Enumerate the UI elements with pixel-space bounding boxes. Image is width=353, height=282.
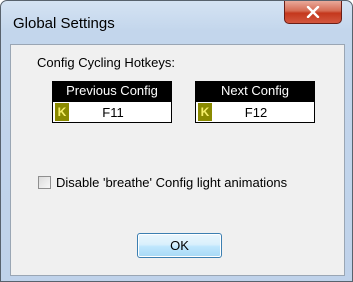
next-config-label: Next Config <box>221 83 289 98</box>
previous-config-hotkey: Previous Config K F11 <box>52 81 172 123</box>
breathe-checkbox-label[interactable]: Disable 'breathe' Config light animation… <box>56 175 287 190</box>
dialog-content: Config Cycling Hotkeys: Previous Config … <box>10 44 345 276</box>
ok-button[interactable]: OK <box>137 233 222 258</box>
next-config-hotkey: Next Config K F12 <box>195 81 315 123</box>
keyboard-k-icon: K <box>198 103 212 121</box>
hotkeys-heading: Config Cycling Hotkeys: <box>37 55 175 70</box>
previous-config-label: Previous Config <box>66 83 158 98</box>
breathe-checkbox[interactable] <box>38 176 51 189</box>
previous-config-field[interactable]: K F11 <box>53 102 171 122</box>
breathe-option[interactable]: Disable 'breathe' Config light animation… <box>38 175 287 190</box>
dialog-window: Global Settings Config Cycling Hotkeys: … <box>0 0 353 282</box>
next-config-field[interactable]: K F12 <box>196 102 314 122</box>
close-button[interactable] <box>284 1 342 24</box>
window-title: Global Settings <box>13 15 115 32</box>
next-config-key: F12 <box>244 104 268 120</box>
close-icon <box>306 6 320 18</box>
keyboard-k-icon: K <box>55 103 69 121</box>
previous-config-key: F11 <box>102 104 124 120</box>
